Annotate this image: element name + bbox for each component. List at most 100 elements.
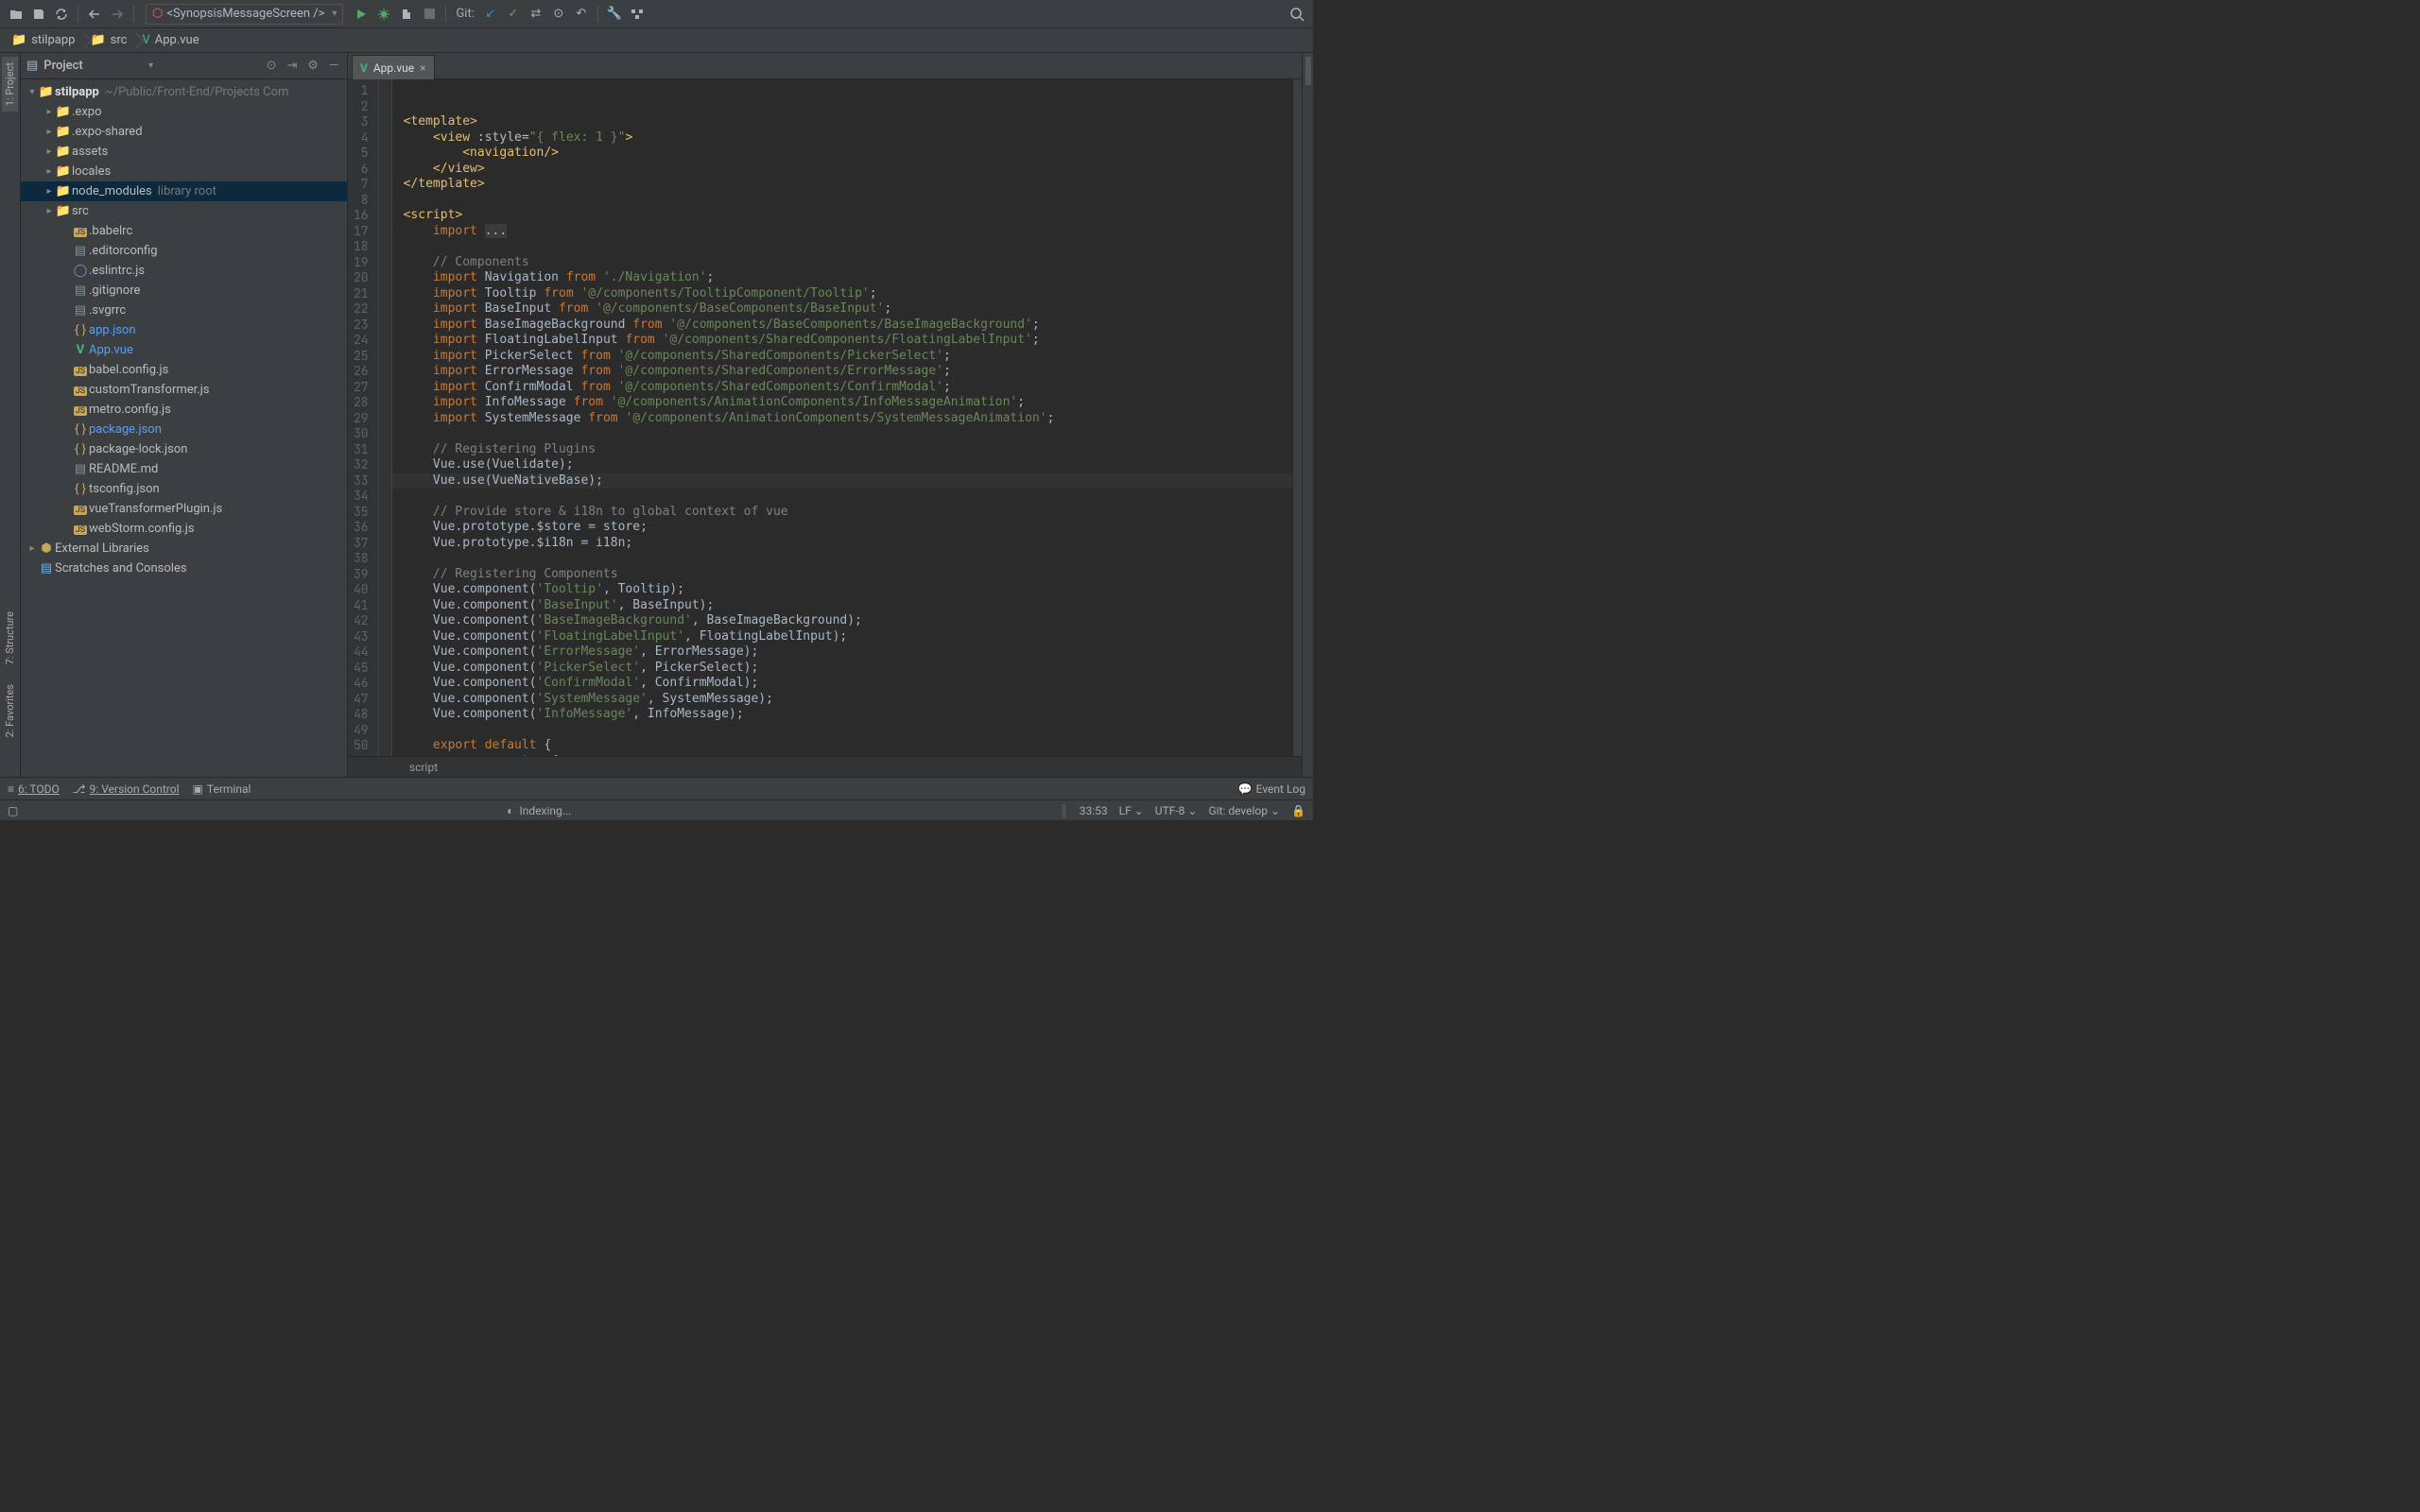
tree-row[interactable]: ▾ 📁 stilpapp ~/Public/Front-End/Projects… <box>21 82 347 102</box>
tree-row[interactable]: JS webStorm.config.js <box>21 519 347 539</box>
chevron-down-icon[interactable]: ▾ <box>148 60 153 71</box>
project-tool-tab[interactable]: 1: Project <box>2 57 18 112</box>
tree-row[interactable]: ▸ ⬢ External Libraries <box>21 539 347 558</box>
encoding[interactable]: UTF-8 ⌄ <box>1155 804 1198 817</box>
tree-row[interactable]: ▤ .gitignore <box>21 281 347 301</box>
search-icon[interactable] <box>1287 4 1307 25</box>
stop-icon[interactable] <box>419 4 440 25</box>
hide-icon[interactable]: — <box>326 59 341 73</box>
file-type-icon: { } <box>72 422 89 437</box>
status-right: ║ 33:53 LF ⌄ UTF-8 ⌄ Git: develop ⌄ 🔒 <box>1060 804 1305 817</box>
debug-icon[interactable] <box>373 4 394 25</box>
expand-icon[interactable]: ▸ <box>26 543 38 554</box>
expand-icon[interactable]: ▸ <box>43 107 55 117</box>
tree-row[interactable]: JS .babelrc <box>21 221 347 241</box>
git-compare-icon[interactable]: ⇄ <box>526 4 546 25</box>
collapse-icon[interactable]: ⇥ <box>285 59 300 73</box>
breadcrumb-project[interactable]: 📁 stilpapp <box>6 31 84 49</box>
favorites-tool-tab[interactable]: 2: Favorites <box>2 679 18 743</box>
code-content[interactable]: <template> <view :style="{ flex: 1 }"> <… <box>392 79 1292 756</box>
tree-label: babel.config.js <box>89 363 168 377</box>
tree-row[interactable]: ▸ 📁 locales <box>21 162 347 181</box>
expand-icon[interactable]: ▸ <box>43 146 55 157</box>
forward-icon[interactable] <box>107 4 128 25</box>
vcs-tool[interactable]: ⎇ 9: Version Control <box>73 782 180 796</box>
tree-row[interactable]: { } package.json <box>21 420 347 439</box>
editor-breadcrumb[interactable]: script <box>348 756 1302 777</box>
expand-icon[interactable]: ▸ <box>43 127 55 137</box>
save-icon[interactable] <box>28 4 49 25</box>
minimap-marker <box>1305 57 1311 85</box>
tree-row[interactable]: JS vueTransformerPlugin.js <box>21 499 347 519</box>
git-branch[interactable]: Git: develop ⌄ <box>1208 804 1280 817</box>
gear-icon[interactable]: ⚙ <box>305 59 320 73</box>
git-revert-icon[interactable]: ↶ <box>571 4 592 25</box>
line-separator[interactable]: LF ⌄ <box>1119 804 1144 817</box>
tree-label: .editorconfig <box>89 244 158 258</box>
tree-row[interactable]: V App.vue <box>21 340 347 360</box>
todo-tool[interactable]: ≡ 6: TODO <box>8 782 60 796</box>
tree-row[interactable]: JS metro.config.js <box>21 400 347 420</box>
fold-gutter[interactable] <box>379 79 392 756</box>
tree-row[interactable]: { } tsconfig.json <box>21 479 347 499</box>
project-panel-title[interactable]: Project <box>43 59 143 73</box>
lock-icon[interactable]: 🔒 <box>1291 804 1305 817</box>
tree-row[interactable]: JS babel.config.js <box>21 360 347 380</box>
breadcrumb-folder[interactable]: 📁 src <box>84 31 136 49</box>
git-commit-icon[interactable]: ✓ <box>503 4 524 25</box>
tree-row[interactable]: ▤ README.md <box>21 459 347 479</box>
back-icon[interactable] <box>84 4 105 25</box>
git-history-icon[interactable]: ⊙ <box>548 4 569 25</box>
status-icon[interactable]: ▢ <box>8 804 18 817</box>
tree-row[interactable]: { } app.json <box>21 320 347 340</box>
tree-row[interactable]: JS customTransformer.js <box>21 380 347 400</box>
project-view-icon[interactable]: ▤ <box>26 59 38 73</box>
file-type-icon: JS <box>72 403 89 417</box>
file-type-icon: JS <box>72 383 89 397</box>
terminal-tool[interactable]: ▣ Terminal <box>193 782 251 796</box>
tree-row[interactable]: { } package-lock.json <box>21 439 347 459</box>
expand-icon[interactable]: ▸ <box>43 166 55 177</box>
locate-icon[interactable]: ⊙ <box>264 59 279 73</box>
close-icon[interactable]: × <box>420 61 425 75</box>
git-update-icon[interactable]: ↙ <box>480 4 501 25</box>
expand-icon[interactable]: ▸ <box>43 206 55 216</box>
file-type-icon: ▤ <box>72 284 89 298</box>
tree-row[interactable]: ▤ .editorconfig <box>21 241 347 261</box>
tree-label: metro.config.js <box>89 403 171 417</box>
code-editor[interactable]: 1 2 3 4 5 6 7 8 16 17 18 19 20 21 22 23 … <box>348 79 1302 756</box>
file-type-icon: ⬢ <box>38 541 55 556</box>
tree-row[interactable]: ▤ Scratches and Consoles <box>21 558 347 578</box>
expand-icon[interactable]: ▸ <box>43 186 55 197</box>
settings-icon[interactable]: 🔧 <box>604 4 625 25</box>
eventlog-tool[interactable]: 💬 Event Log <box>1238 782 1305 796</box>
run-icon[interactable] <box>351 4 372 25</box>
tree-row[interactable]: ▸ 📁 src <box>21 201 347 221</box>
tree-row[interactable]: ▸ 📁 node_modules library root <box>21 181 347 201</box>
tree-row[interactable]: ▤ .svgrrc <box>21 301 347 320</box>
tree-row[interactable]: ▸ 📁 .expo-shared <box>21 122 347 142</box>
error-stripe[interactable] <box>1292 79 1302 756</box>
tree-row[interactable]: ▸ 📁 .expo <box>21 102 347 122</box>
tab-app-vue[interactable]: V App.vue × <box>352 55 435 79</box>
tree-row[interactable]: ◯ .eslintrc.js <box>21 261 347 281</box>
coverage-icon[interactable] <box>396 4 417 25</box>
refresh-icon[interactable] <box>51 4 72 25</box>
file-type-icon: JS <box>72 522 89 536</box>
tree-row[interactable]: ▸ 📁 assets <box>21 142 347 162</box>
open-icon[interactable] <box>6 4 26 25</box>
structure-icon[interactable] <box>627 4 648 25</box>
caret-position[interactable]: 33:53 <box>1080 804 1108 817</box>
file-type-icon: JS <box>72 224 89 238</box>
tree-label: .eslintrc.js <box>89 264 145 278</box>
run-config-selector[interactable]: ⬡ <SynopsisMessageScreen /> ▾ <box>146 4 343 25</box>
breadcrumb-file[interactable]: V App.vue <box>136 31 208 49</box>
tree-label: vueTransformerPlugin.js <box>89 502 222 516</box>
project-tree[interactable]: ▾ 📁 stilpapp ~/Public/Front-End/Projects… <box>21 79 347 777</box>
status-bar: ▢ ◐ Indexing... ║ 33:53 LF ⌄ UTF-8 ⌄ Git… <box>0 799 1313 820</box>
expand-icon[interactable]: ▾ <box>26 87 38 97</box>
file-type-icon: 📁 <box>55 105 72 119</box>
file-type-icon: ▤ <box>72 303 89 318</box>
structure-tool-tab[interactable]: 7: Structure <box>2 606 18 670</box>
file-type-icon: JS <box>72 502 89 516</box>
